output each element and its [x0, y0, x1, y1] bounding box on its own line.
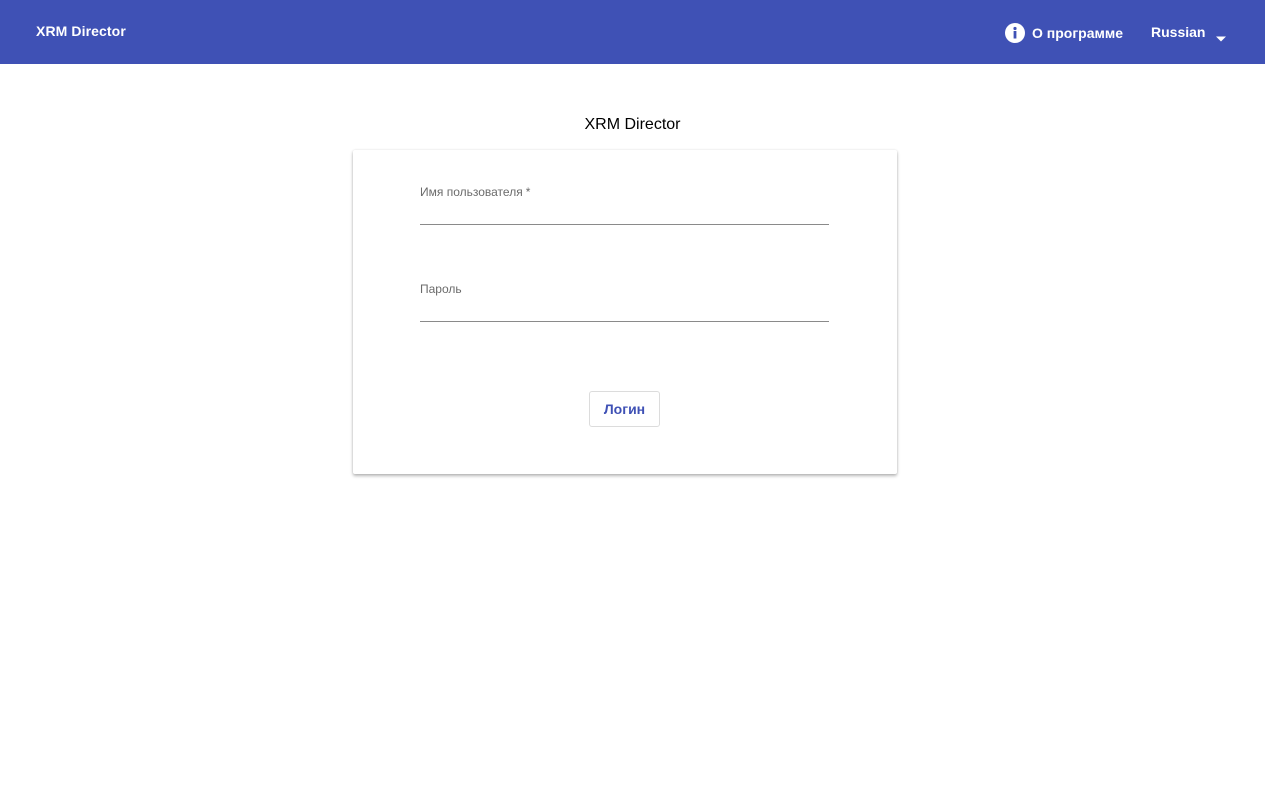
- password-label: Пароль: [420, 282, 462, 296]
- about-label: О программе: [1032, 25, 1124, 41]
- caret-down-icon: [1215, 30, 1227, 41]
- about-button[interactable]: О программе: [1004, 21, 1123, 45]
- password-input[interactable]: [420, 300, 829, 322]
- login-button[interactable]: Логин: [589, 391, 660, 427]
- username-input[interactable]: [420, 203, 829, 225]
- language-selector[interactable]: Russian: [1151, 22, 1227, 42]
- username-field: Имя пользователя *: [420, 185, 829, 233]
- username-label-wrapper: Имя пользователя *: [420, 185, 530, 199]
- username-label: Имя пользователя: [420, 185, 523, 199]
- login-card: Имя пользователя * Пароль Логин: [353, 150, 897, 474]
- password-field: Пароль: [420, 282, 829, 330]
- info-icon: [1004, 22, 1026, 44]
- page-title: XRM Director: [584, 116, 681, 133]
- app-bar: XRM Director О программе Russian: [0, 0, 1265, 64]
- app-title: XRM Director: [36, 23, 126, 39]
- language-label: Russian: [1151, 24, 1206, 40]
- required-marker: *: [525, 185, 531, 199]
